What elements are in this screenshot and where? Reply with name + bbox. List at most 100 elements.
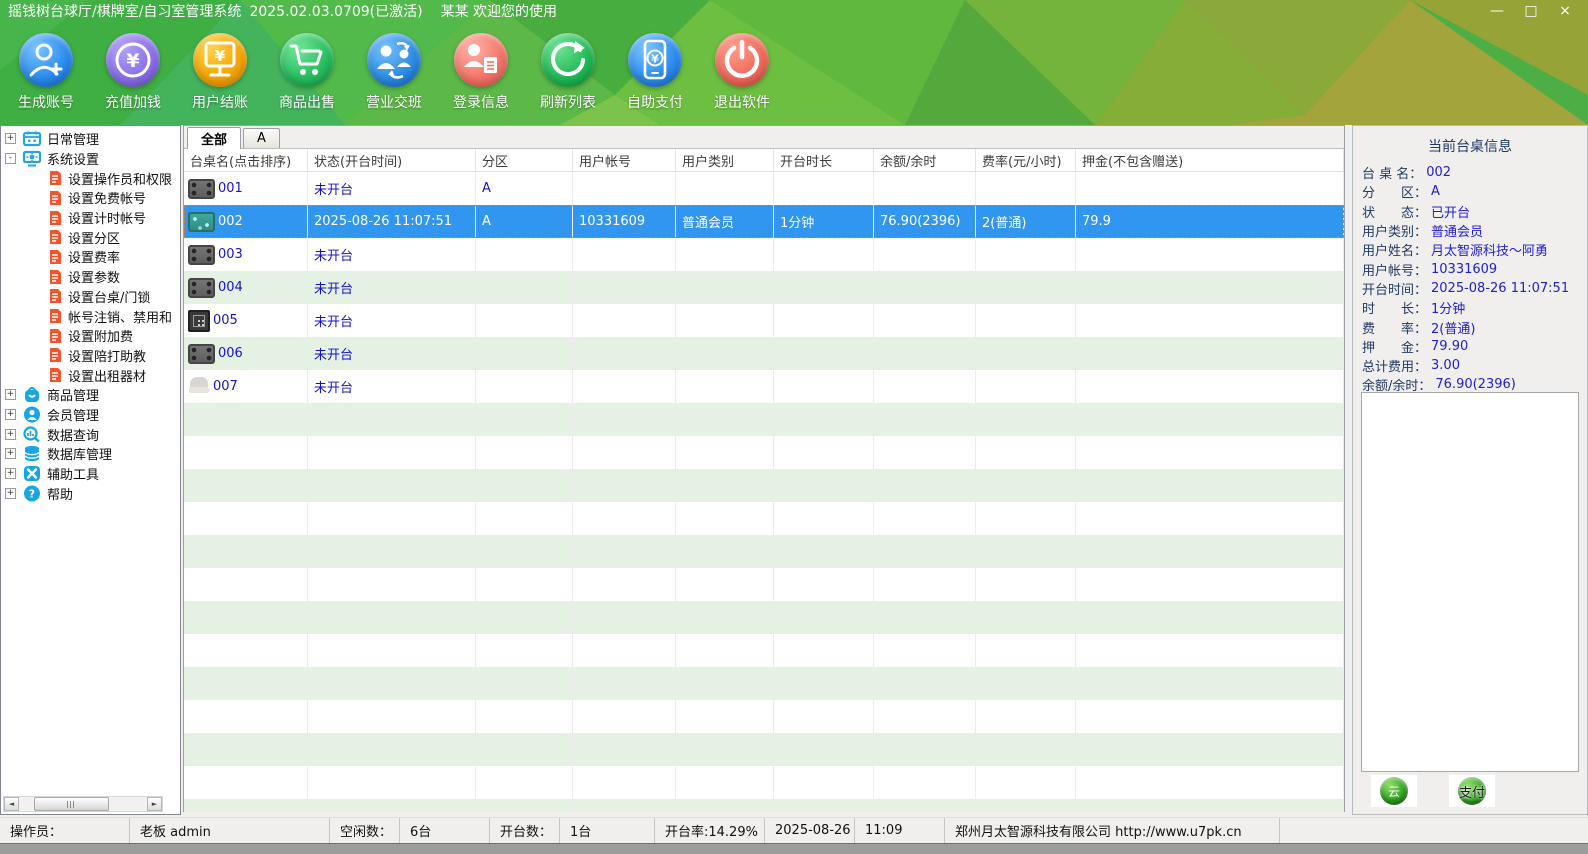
exit-button[interactable]: 退出软件 <box>708 22 776 125</box>
expand-icon[interactable]: + <box>5 133 16 144</box>
expand-icon[interactable]: + <box>5 468 16 479</box>
tab-zone-a[interactable]: A <box>243 128 280 148</box>
sidebar-item-database-management[interactable]: + 数据库管理 <box>1 444 180 464</box>
chair-icon <box>188 377 210 397</box>
expand-icon[interactable]: + <box>5 488 16 499</box>
checkout-button[interactable]: ¥ 用户结账 <box>186 22 254 125</box>
column-header-zone[interactable]: 分区 <box>476 149 573 171</box>
table-row-006[interactable]: 006 未开台 <box>184 337 1344 370</box>
column-header-table-name[interactable]: 台桌名(点击排序) <box>184 149 308 171</box>
open-count-value: 1台 <box>560 818 655 843</box>
sidebar-item-set-rental-equipment[interactable]: 设置出租器材 <box>1 365 180 385</box>
info-field-status: 状 态：已开台 <box>1362 202 1587 221</box>
expand-icon[interactable]: + <box>5 389 16 400</box>
cloud-button[interactable]: 云 <box>1371 775 1417 807</box>
maximize-button[interactable]: □ <box>1514 0 1548 22</box>
sidebar-item-set-parameters[interactable]: 设置参数 <box>1 267 180 287</box>
document-icon <box>47 367 63 383</box>
yen-coin-icon: ¥ <box>106 33 160 87</box>
open-count-label: 开台数： <box>490 818 560 843</box>
sidebar-item-daily-management[interactable]: + 日常管理 <box>1 129 180 149</box>
sidebar-item-account-cancel-disable[interactable]: 帐号注销、禁用和 <box>1 306 180 326</box>
cart-icon <box>280 33 334 87</box>
shift-change-button[interactable]: 营业交班 <box>360 22 428 125</box>
table-row-003[interactable]: 003 未开台 <box>184 238 1344 271</box>
recharge-button[interactable]: ¥ 充值加钱 <box>99 22 167 125</box>
column-header-balance[interactable]: 余额/余时 <box>874 149 976 171</box>
login-info-icon <box>454 33 508 87</box>
idle-count-label: 空闲数： <box>330 818 400 843</box>
sidebar-item-set-free-accounts[interactable]: 设置免费帐号 <box>1 188 180 208</box>
refresh-list-button[interactable]: 刷新列表 <box>534 22 602 125</box>
table-row-empty <box>184 403 1344 436</box>
pool-table-icon <box>188 344 215 364</box>
power-icon <box>715 33 769 87</box>
scroll-left-arrow-icon[interactable]: ◄ <box>4 797 19 811</box>
sidebar-item-set-operators[interactable]: 设置操作员和权限 <box>1 168 180 188</box>
table-row-empty <box>184 634 1344 667</box>
column-header-user-type[interactable]: 用户类别 <box>676 149 774 171</box>
expand-icon[interactable]: + <box>5 429 16 440</box>
open-rate: 开台率:14.29% <box>655 818 765 843</box>
table-row-004[interactable]: 004 未开台 <box>184 271 1344 304</box>
self-pay-button[interactable]: ¥ 自助支付 <box>621 22 689 125</box>
table-row-002-selected[interactable]: 002 2025-08-26 11:07:51 A 10331609 普通会员 … <box>184 205 1344 238</box>
info-field-user-account: 用户帐号：10331609 <box>1362 259 1587 278</box>
table-row-001[interactable]: 001 未开台 A <box>184 172 1344 205</box>
zone-tabs: 全部 A <box>184 126 1344 149</box>
sidebar-item-set-zones[interactable]: 设置分区 <box>1 227 180 247</box>
table-row-empty <box>184 535 1344 568</box>
info-field-table-name: 台 桌 名：002 <box>1362 163 1587 182</box>
welcome-text: 某某 欢迎您的使用 <box>441 1 557 21</box>
scrollbar-thumb[interactable] <box>34 797 108 811</box>
column-header-status[interactable]: 状态(开台时间) <box>308 149 476 171</box>
info-fields: 台 桌 名：002 分 区：A 状 态：已开台 用户类别：普通会员 用户姓名：月… <box>1362 163 1587 395</box>
expand-icon[interactable]: + <box>5 409 16 420</box>
phone-pay-icon: ¥ <box>628 33 682 87</box>
table-row-005[interactable]: 005 未开台 <box>184 304 1344 337</box>
column-header-rate[interactable]: 费率(元/小时) <box>976 149 1076 171</box>
collapse-icon[interactable]: - <box>5 153 16 164</box>
column-header-duration[interactable]: 开台时长 <box>774 149 874 171</box>
sidebar-item-set-timed-accounts[interactable]: 设置计时帐号 <box>1 208 180 228</box>
column-header-deposit[interactable]: 押金(不包含赠送) <box>1076 149 1344 171</box>
table-row-empty <box>184 601 1344 634</box>
sidebar-item-goods-management[interactable]: + 商品管理 <box>1 385 180 405</box>
sell-goods-button[interactable]: 商品出售 <box>273 22 341 125</box>
sidebar-item-data-query[interactable]: + 数据查询 <box>1 424 180 444</box>
table-row-empty <box>184 436 1344 469</box>
info-field-user-type: 用户类别：普通会员 <box>1362 221 1587 240</box>
tree-horizontal-scrollbar[interactable]: ◄ ► <box>3 796 163 812</box>
status-date: 2025-08-26 <box>765 818 855 843</box>
sidebar-item-member-management[interactable]: + 会员管理 <box>1 405 180 425</box>
document-icon <box>47 288 63 304</box>
sidebar-item-set-coach[interactable]: 设置陪打助教 <box>1 346 180 366</box>
scrollbar-track[interactable] <box>19 797 147 811</box>
staff-handover-icon <box>367 33 421 87</box>
minimize-button[interactable]: — <box>1480 0 1514 22</box>
title-bar: 摇钱树台球厅/棋牌室/自习室管理系统 2025.02.03.0709(已激活) … <box>0 0 1588 22</box>
table-row-empty <box>184 799 1344 812</box>
expand-icon[interactable]: + <box>5 448 16 459</box>
pay-button[interactable]: 支付 <box>1449 775 1495 807</box>
sidebar-item-system-settings[interactable]: - 系统设置 <box>1 149 180 169</box>
current-table-info-panel: 当前台桌信息 台 桌 名：002 分 区：A 状 态：已开台 用户类别：普通会员… <box>1352 125 1588 815</box>
sidebar-item-set-rates[interactable]: 设置费率 <box>1 247 180 267</box>
data-query-icon <box>22 426 42 443</box>
login-info-button[interactable]: 登录信息 <box>447 22 515 125</box>
svg-text:?: ? <box>29 487 35 500</box>
table-panel: 全部 A 台桌名(点击排序) 状态(开台时间) 分区 用户帐号 用户类别 开台时… <box>183 125 1345 812</box>
info-field-duration: 时 长：1分钟 <box>1362 298 1587 317</box>
sidebar-item-auxiliary-tools[interactable]: + 辅助工具 <box>1 464 180 484</box>
sidebar-item-set-surcharge[interactable]: 设置附加费 <box>1 326 180 346</box>
generate-account-button[interactable]: 生成账号 <box>12 22 80 125</box>
column-header-account[interactable]: 用户帐号 <box>573 149 676 171</box>
tab-all[interactable]: 全部 <box>187 127 241 149</box>
close-button[interactable]: × <box>1548 0 1582 22</box>
square-table-icon <box>188 310 210 332</box>
sidebar-item-help[interactable]: + ? 帮助 <box>1 483 180 503</box>
sidebar-item-set-tables-locks[interactable]: 设置台桌/门锁 <box>1 287 180 307</box>
refresh-icon <box>541 33 595 87</box>
scroll-right-arrow-icon[interactable]: ► <box>147 797 162 811</box>
table-row-007[interactable]: 007 未开台 <box>184 370 1344 403</box>
